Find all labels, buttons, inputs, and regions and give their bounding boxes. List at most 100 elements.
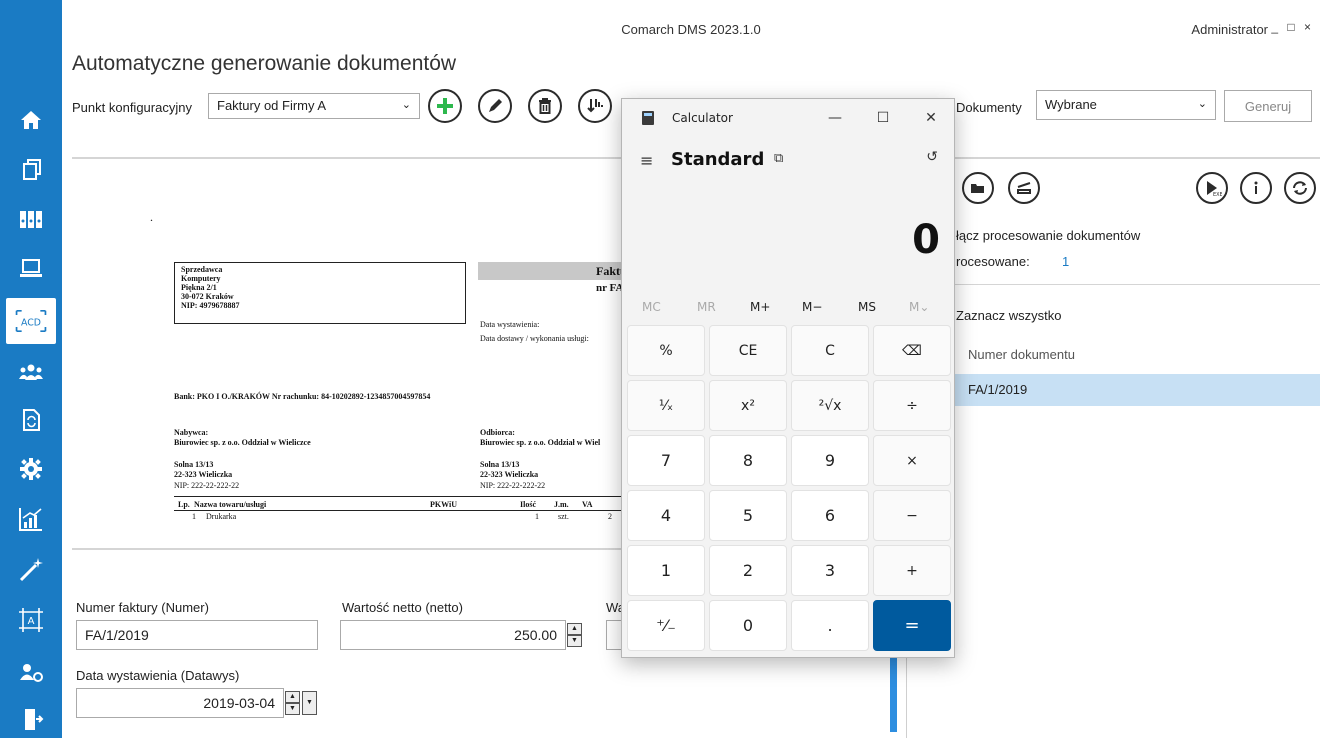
memory-button[interactable]: M⌄: [909, 300, 929, 314]
dropdown-arrow-icon[interactable]: ▼: [302, 691, 317, 715]
table-header: VA: [582, 500, 593, 509]
backspace-key[interactable]: ⌫: [873, 325, 951, 376]
user-ad-icon[interactable]: [13, 656, 49, 688]
logout-door-icon[interactable]: [13, 703, 49, 735]
add-button[interactable]: [428, 89, 462, 123]
percent-key[interactable]: %: [627, 325, 705, 376]
scan-button[interactable]: [1008, 172, 1040, 204]
negate-key[interactable]: ⁺⁄₋: [627, 600, 705, 651]
info-button[interactable]: [1240, 172, 1272, 204]
table-header: J.m.: [554, 500, 569, 509]
divide-key[interactable]: ÷: [873, 380, 951, 431]
binders-icon[interactable]: [13, 203, 49, 235]
toolbar-divider-right: [955, 157, 1320, 159]
digit-8-key[interactable]: 8: [709, 435, 787, 486]
table-header: Lp.: [178, 500, 190, 509]
document-row[interactable]: FA/1/2019: [952, 374, 1320, 406]
reciprocal-key[interactable]: ¹⁄ₓ: [627, 380, 705, 431]
add-key[interactable]: +: [873, 545, 951, 596]
subtract-key[interactable]: −: [873, 490, 951, 541]
exe-play-icon: EXE: [1207, 181, 1222, 198]
netto-spinner[interactable]: ▲ ▼: [567, 623, 582, 647]
digit-0-key[interactable]: 0: [709, 600, 787, 651]
generate-button[interactable]: Generuj: [1224, 90, 1312, 122]
memory-button[interactable]: MS: [858, 300, 876, 314]
issue-date-label: Data wystawienia (Datawys): [76, 668, 240, 683]
memory-button[interactable]: M+: [750, 300, 770, 314]
equals-key[interactable]: =: [873, 600, 951, 651]
window-controls[interactable]: _ □ ×: [1271, 20, 1314, 34]
spin-down-icon[interactable]: ▼: [285, 703, 300, 715]
spin-up-icon[interactable]: ▲: [285, 691, 300, 703]
hamburger-menu-icon[interactable]: ≡: [640, 151, 653, 170]
square-root-key[interactable]: ²√x: [791, 380, 869, 431]
calculator-titlebar[interactable]: Calculator — ☐ ✕: [622, 99, 954, 137]
config-point-select[interactable]: Faktury od Firmy A ⌄: [208, 93, 420, 119]
history-icon[interactable]: ↺: [926, 149, 938, 165]
digit-6-key[interactable]: 6: [791, 490, 869, 541]
buyer-nip: NIP: 222-22-222-22: [174, 481, 240, 490]
date-spinner[interactable]: ▲ ▼: [285, 691, 300, 715]
acd-icon[interactable]: ACD: [6, 298, 56, 344]
delete-button[interactable]: [528, 89, 562, 123]
date-dropdown[interactable]: ▼: [302, 691, 317, 715]
documents-icon[interactable]: [13, 153, 49, 185]
calculator-app-icon: [642, 111, 654, 125]
document-refresh-icon[interactable]: [13, 404, 49, 436]
decimal-key[interactable]: .: [791, 600, 869, 651]
panel-divider: [906, 650, 907, 738]
spin-up-icon[interactable]: ▲: [567, 623, 582, 635]
laptop-icon[interactable]: [13, 252, 49, 284]
magic-wand-icon[interactable]: [13, 553, 49, 585]
multiply-key[interactable]: ×: [873, 435, 951, 486]
page-title: Automatyczne generowanie dokumentów: [72, 52, 457, 75]
edit-button[interactable]: [478, 89, 512, 123]
clear-key[interactable]: C: [791, 325, 869, 376]
clear-entry-key[interactable]: CE: [709, 325, 787, 376]
digit-9-key[interactable]: 9: [791, 435, 869, 486]
issue-date-field[interactable]: 2019-03-04: [76, 688, 284, 718]
select-all-checkbox[interactable]: Zaznacz wszystko: [956, 308, 1061, 323]
refresh-icon: [1293, 181, 1307, 195]
column-header-document-number[interactable]: Numer dokumentu: [968, 347, 1075, 362]
calculator-mode: Standard: [671, 149, 765, 170]
current-user: Administrator: [1191, 22, 1268, 37]
refresh-button[interactable]: [1284, 172, 1316, 204]
digit-3-key[interactable]: 3: [791, 545, 869, 596]
scroll-indicator[interactable]: [890, 650, 897, 732]
table-header: Ilość: [520, 500, 536, 509]
digit-5-key[interactable]: 5: [709, 490, 787, 541]
documents-select[interactable]: Wybrane ⌄: [1036, 90, 1216, 120]
invoice-number: nr FA: [596, 282, 624, 294]
seller-line: Komputery: [181, 274, 221, 283]
close-button[interactable]: ✕: [918, 107, 944, 129]
memory-button[interactable]: MC: [642, 300, 661, 314]
dms-window: ACD A Comarch DMS 2023.1.0 Administrator…: [0, 0, 1320, 738]
netto-field[interactable]: 250.00: [340, 620, 566, 650]
maximize-button[interactable]: ☐: [870, 107, 896, 129]
preview-dot: .: [150, 210, 153, 224]
digit-4-key[interactable]: 4: [627, 490, 705, 541]
memory-button[interactable]: MR: [697, 300, 716, 314]
digit-2-key[interactable]: 2: [709, 545, 787, 596]
run-exe-button[interactable]: EXE: [1196, 172, 1228, 204]
processed-count: 1: [1062, 254, 1070, 269]
open-folder-button[interactable]: [962, 172, 994, 204]
home-icon[interactable]: [13, 104, 49, 136]
spin-down-icon[interactable]: ▼: [567, 635, 582, 647]
minimize-button[interactable]: —: [822, 107, 848, 129]
users-icon[interactable]: [13, 356, 49, 388]
digit-7-key[interactable]: 7: [627, 435, 705, 486]
invoice-number-field[interactable]: FA/1/2019: [76, 620, 318, 650]
gear-icon[interactable]: [13, 453, 49, 485]
import-button[interactable]: [578, 89, 612, 123]
plus-icon: [437, 98, 453, 114]
frame-a-icon[interactable]: A: [13, 604, 49, 636]
square-key[interactable]: x²: [709, 380, 787, 431]
digit-1-key[interactable]: 1: [627, 545, 705, 596]
report-chart-icon[interactable]: [13, 503, 49, 535]
keep-on-top-icon[interactable]: ⧉: [774, 151, 783, 166]
processing-toggle-label[interactable]: łącz procesowanie dokumentów: [956, 228, 1140, 243]
table-border-header: [174, 510, 640, 511]
memory-button[interactable]: M−: [802, 300, 822, 314]
